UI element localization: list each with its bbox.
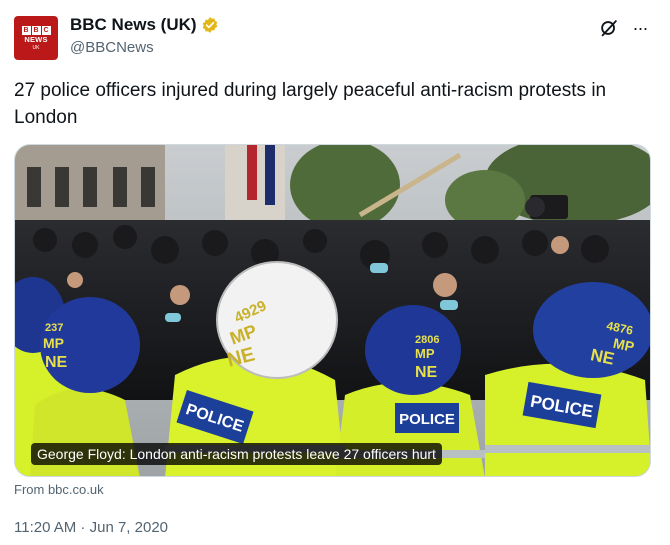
svg-text:POLICE: POLICE bbox=[399, 411, 455, 428]
avatar-wordmark: NEWS bbox=[24, 34, 48, 44]
svg-text:MP: MP bbox=[43, 335, 64, 351]
more-options-button[interactable]: ··· bbox=[626, 15, 654, 41]
svg-text:NE: NE bbox=[45, 354, 68, 371]
tweet-timestamp[interactable]: 11:20 AM · Jun 7, 2020 bbox=[14, 519, 168, 536]
svg-text:NE: NE bbox=[415, 364, 438, 381]
svg-text:MP: MP bbox=[415, 346, 435, 361]
name-row: BBC News (UK) bbox=[70, 15, 219, 35]
grok-icon bbox=[601, 20, 617, 37]
grok-button[interactable] bbox=[596, 15, 622, 41]
avatar-sub: UK bbox=[32, 44, 40, 51]
avatar[interactable]: B B C NEWS UK bbox=[14, 16, 58, 60]
svg-text:2806: 2806 bbox=[415, 334, 439, 346]
avatar-letter: B bbox=[21, 25, 31, 35]
tweet-time: 11:20 AM bbox=[14, 519, 77, 536]
verified-badge-icon[interactable] bbox=[201, 16, 219, 34]
avatar-letter: C bbox=[41, 25, 51, 35]
card-source-link[interactable]: From bbc.co.uk bbox=[14, 482, 104, 497]
display-name[interactable]: BBC News (UK) bbox=[70, 15, 197, 35]
tweet: B B C NEWS UK BBC News (UK) @BBCNews ··· bbox=[0, 0, 670, 545]
svg-text:237: 237 bbox=[45, 322, 63, 334]
timestamp-separator: · bbox=[76, 519, 90, 536]
tweet-date: Jun 7, 2020 bbox=[89, 519, 169, 536]
link-card[interactable]: POLICE POLICE POLICE 237 MP NE 4929 MP N… bbox=[14, 144, 651, 477]
card-caption: George Floyd: London anti-racism protest… bbox=[31, 443, 442, 465]
card-image: POLICE POLICE POLICE 237 MP NE 4929 MP N… bbox=[15, 145, 650, 476]
more-icon: ··· bbox=[632, 17, 649, 38]
tweet-text: 27 police officers injured during largel… bbox=[14, 80, 607, 128]
avatar-logo-blocks: B B C bbox=[21, 25, 51, 35]
avatar-letter: B bbox=[31, 25, 41, 35]
author-handle[interactable]: @BBCNews bbox=[70, 39, 219, 56]
author-block: BBC News (UK) @BBCNews bbox=[70, 15, 219, 56]
